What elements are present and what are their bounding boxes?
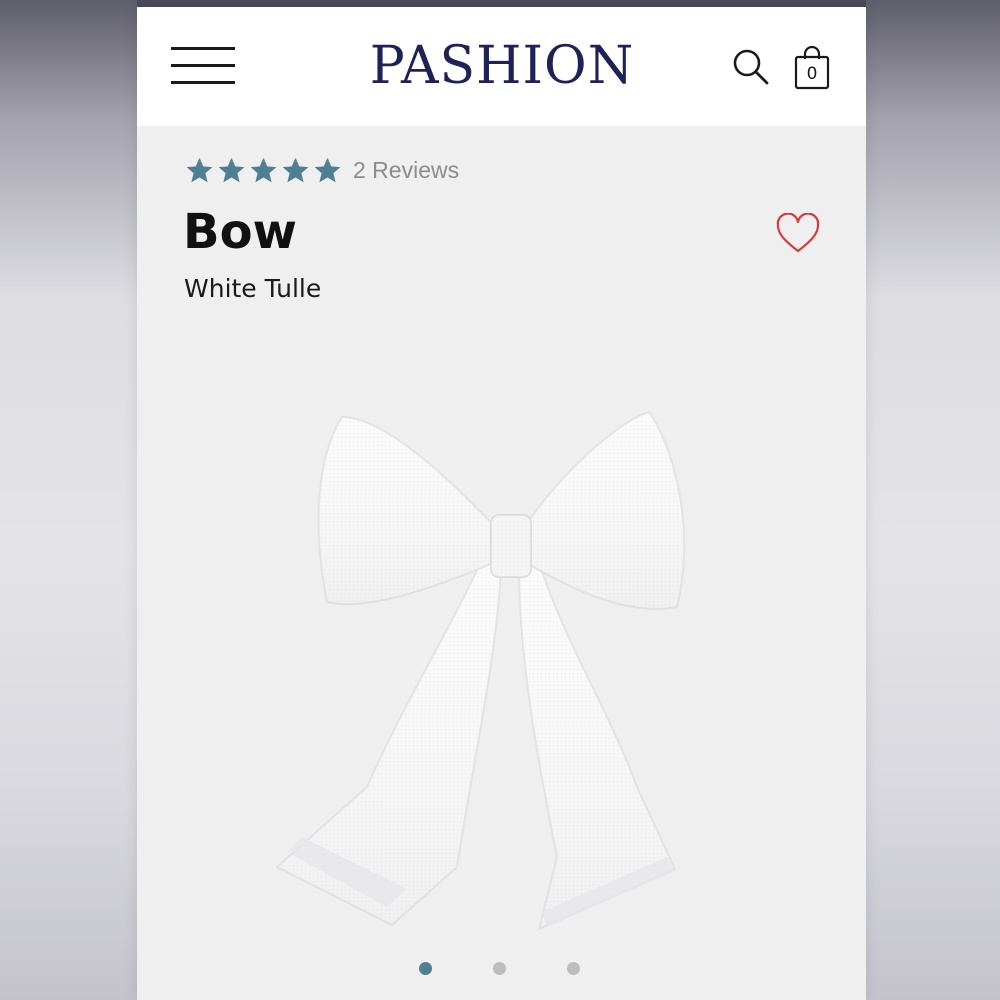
site-header: PASHION 0: [137, 7, 866, 126]
background-right: [866, 0, 1000, 1000]
reviews-link[interactable]: 2 Reviews: [353, 157, 459, 184]
product-title: Bow: [183, 204, 297, 260]
product-page: PASHION 0 2 Reviews Bow White Tulle: [137, 7, 866, 1000]
star-icon: [218, 157, 245, 182]
gallery-dot[interactable]: [567, 962, 580, 975]
hamburger-menu-icon[interactable]: [171, 45, 237, 87]
top-strip: [137, 0, 866, 7]
gallery-dot[interactable]: [419, 962, 432, 975]
star-icon: [250, 157, 277, 182]
rating-row: 2 Reviews: [185, 153, 459, 187]
star-icon: [314, 157, 341, 182]
star-icon: [282, 157, 309, 182]
star-icon: [186, 157, 213, 182]
product-image-bow[interactable]: [257, 397, 757, 937]
gallery-dot[interactable]: [493, 962, 506, 975]
heart-outline-icon[interactable]: [775, 212, 821, 255]
shopping-bag-icon[interactable]: 0: [793, 45, 831, 91]
gallery-pagination: [419, 962, 589, 976]
product-variant: White Tulle: [184, 274, 322, 303]
star-rating: [185, 156, 345, 185]
background-left: [0, 0, 137, 1000]
brand-logo[interactable]: PASHION: [317, 33, 687, 99]
cart-count: 0: [807, 64, 818, 84]
search-icon[interactable]: [731, 47, 771, 87]
